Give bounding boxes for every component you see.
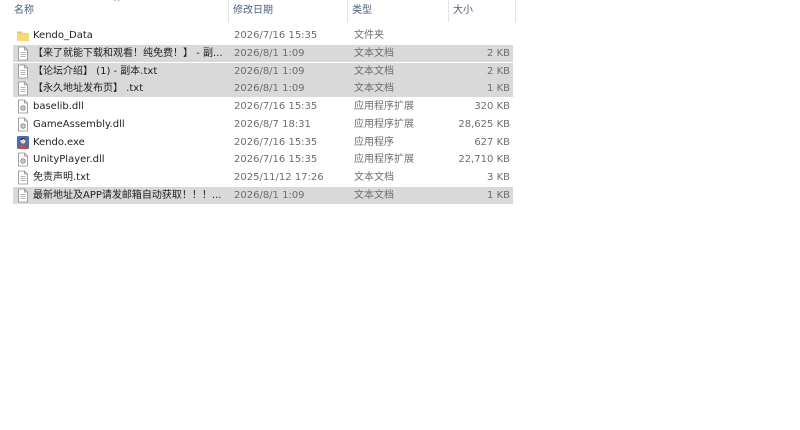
file-date-modified: 2026/7/16 15:35 — [234, 154, 318, 166]
file-name: 最新地址及APP请发邮箱自动获取！！！... — [33, 189, 222, 201]
file-size: 22,710 KB — [458, 154, 510, 166]
folder-icon — [16, 28, 30, 43]
column-header-type[interactable]: 类型 — [348, 0, 448, 22]
file-type: 文本文档 — [354, 65, 394, 77]
text-file-icon — [16, 170, 30, 185]
file-size: 627 KB — [474, 136, 510, 148]
file-type: 文本文档 — [354, 189, 394, 201]
file-date-modified: 2026/7/16 15:35 — [234, 30, 318, 41]
dll-file-icon — [16, 152, 30, 167]
file-name: GameAssembly.dll — [33, 118, 125, 130]
file-row[interactable]: GameAssembly.dll 2026/8/7 18:31 应用程序扩展 2… — [13, 116, 513, 133]
file-row[interactable]: 【论坛介绍】 (1) - 副本.txt 2026/8/1 1:09 文本文档 2… — [13, 62, 513, 80]
file-date-modified: 2026/8/1 1:09 — [234, 47, 305, 59]
file-row[interactable]: Kendo_Data 2026/7/16 15:35 文件夹 — [13, 27, 513, 44]
column-divider[interactable] — [515, 0, 516, 22]
file-size: 2 KB — [487, 65, 510, 77]
file-size: 1 KB — [487, 83, 510, 95]
file-type: 应用程序扩展 — [354, 154, 414, 166]
file-date-modified: 2026/8/7 18:31 — [234, 118, 311, 130]
file-row[interactable]: Kendo.exe 2026/7/16 15:35 应用程序 627 KB — [13, 134, 513, 151]
file-type: 应用程序扩展 — [354, 101, 414, 112]
file-size: 3 KB — [487, 172, 510, 183]
column-header-size[interactable]: 大小 — [449, 0, 515, 22]
file-name: 【来了就能下载和观看！纯免费！】 - 副... — [33, 47, 223, 59]
dll-file-icon — [16, 99, 30, 114]
file-type: 应用程序 — [354, 136, 394, 148]
exe-app-icon — [16, 135, 30, 150]
file-name: UnityPlayer.dll — [33, 154, 105, 166]
file-size: 1 KB — [487, 189, 510, 201]
file-date-modified: 2026/8/1 1:09 — [234, 83, 305, 95]
file-date-modified: 2026/8/1 1:09 — [234, 189, 305, 201]
text-file-icon — [16, 81, 30, 96]
file-type: 应用程序扩展 — [354, 118, 414, 130]
text-file-icon — [16, 46, 30, 61]
file-type: 文本文档 — [354, 83, 394, 95]
file-type: 文本文档 — [354, 172, 394, 183]
file-type: 文件夹 — [354, 30, 384, 41]
file-row[interactable]: 【来了就能下载和观看！纯免费！】 - 副... 2026/8/1 1:09 文本… — [13, 44, 513, 62]
column-header-date[interactable]: 修改日期 — [229, 0, 347, 22]
file-type: 文本文档 — [354, 47, 394, 59]
file-date-modified: 2026/8/1 1:09 — [234, 65, 305, 77]
file-name: 【永久地址发布页】 .txt — [33, 83, 144, 95]
file-name: Kendo_Data — [33, 30, 93, 41]
text-file-icon — [16, 188, 30, 203]
file-row[interactable]: baselib.dll 2026/7/16 15:35 应用程序扩展 320 K… — [13, 98, 513, 115]
dll-file-icon — [16, 117, 30, 132]
file-size: 28,625 KB — [458, 118, 510, 130]
file-row[interactable]: 【永久地址发布页】 .txt 2026/8/1 1:09 文本文档 1 KB — [13, 80, 513, 98]
file-name: 免责声明.txt — [33, 172, 90, 183]
file-size: 2 KB — [487, 47, 510, 59]
file-row[interactable]: 最新地址及APP请发邮箱自动获取！！！... 2026/8/1 1:09 文本文… — [13, 186, 513, 204]
file-name: 【论坛介绍】 (1) - 副本.txt — [33, 65, 158, 77]
file-row[interactable]: 免责声明.txt 2025/11/12 17:26 文本文档 3 KB — [13, 169, 513, 186]
file-date-modified: 2026/7/16 15:35 — [234, 101, 318, 112]
file-date-modified: 2025/11/12 17:26 — [234, 172, 324, 183]
text-file-icon — [16, 64, 30, 79]
file-row[interactable]: UnityPlayer.dll 2026/7/16 15:35 应用程序扩展 2… — [13, 151, 513, 168]
file-name: baselib.dll — [33, 101, 84, 112]
file-size: 320 KB — [474, 101, 510, 112]
file-name: Kendo.exe — [33, 136, 85, 148]
column-header-name[interactable]: 名称 — [10, 0, 228, 22]
column-header: ^ 名称 修改日期 类型 大小 — [0, 0, 800, 22]
file-date-modified: 2026/7/16 15:35 — [234, 136, 318, 148]
file-size — [433, 27, 510, 44]
